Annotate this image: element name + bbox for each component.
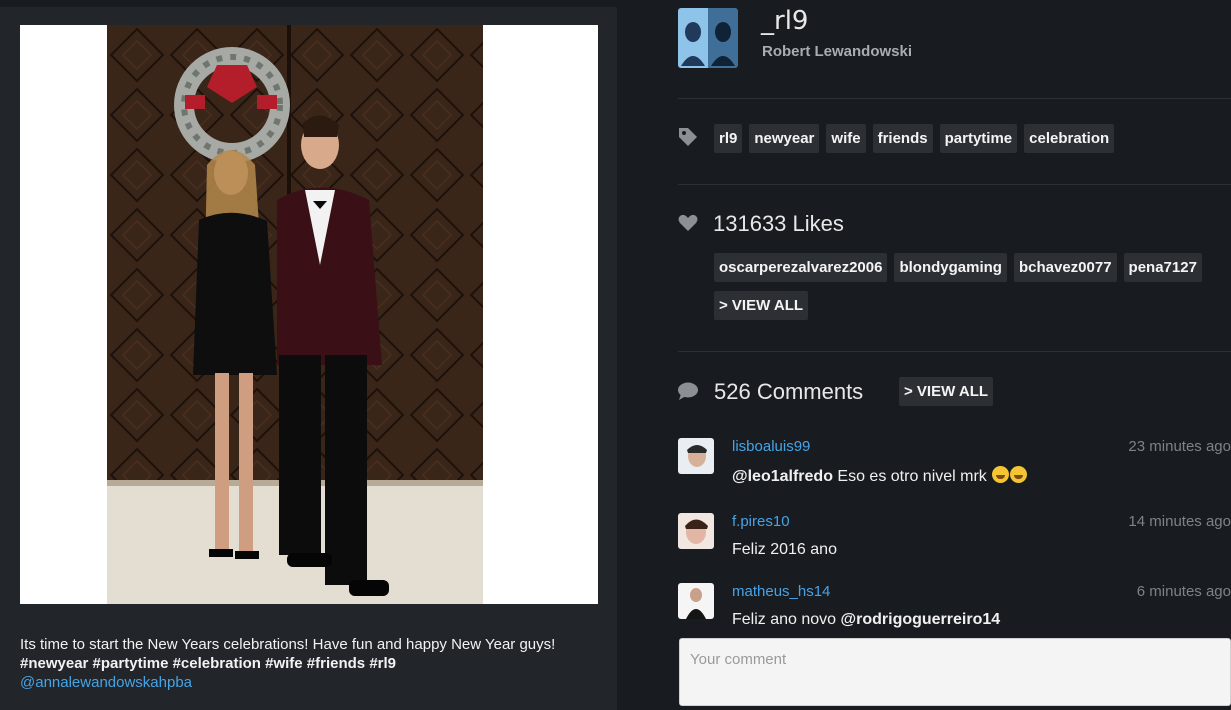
comment-text: Feliz 2016 ano [732,541,837,559]
liker-chip[interactable]: bchavez0077 [1013,253,1117,282]
comment-input-box [679,638,1231,706]
comment-username[interactable]: matheus_hs14 [732,583,830,600]
photo-frame [20,25,598,604]
post-caption: Its time to start the New Years celebrat… [20,635,610,692]
caption-mention-link[interactable]: @annalewandowskahpba [20,673,610,692]
comments-view-all-button[interactable]: > VIEW ALL [899,377,994,406]
liker-chip[interactable]: blondygaming [894,253,1007,282]
comment-text: @leo1alfredo Eso es otro nivel mrk [732,466,1028,486]
tag-chip[interactable]: celebration [1024,124,1115,153]
comments-count: 526 Comments [714,379,864,404]
comment-avatar[interactable] [678,438,714,474]
liker-chip[interactable]: oscarperezalvarez2006 [714,253,888,282]
likes-count: 131633 Likes [713,211,844,236]
info-panel: _rl9 Robert Lewandowski rl9 newyear wife… [617,0,1231,710]
divider [678,351,1231,352]
tag-chip[interactable]: newyear [749,124,820,153]
comment-body: Eso es otro nivel mrk [832,468,992,485]
tag-chip[interactable]: friends [872,124,933,153]
likers-list: oscarperezalvarez2006 blondygaming bchav… [714,253,1202,282]
laughing-emoji-icon [1010,466,1028,483]
comment-mention[interactable]: @rodrigoguerreiro14 [841,611,1001,628]
comment-avatar[interactable] [678,583,714,619]
comment-bubble-icon [678,382,698,405]
comment-body: Feliz ano novo [732,611,841,628]
comment-input[interactable] [680,639,1230,680]
tag-list: rl9 newyear wife friends partytime celeb… [714,124,1115,153]
laughing-emoji-icon [992,466,1010,483]
heart-icon [678,214,698,237]
likes-view-all-button[interactable]: > VIEW ALL [714,291,809,320]
post-card: Its time to start the New Years celebrat… [0,7,617,710]
comment-mention[interactable]: @leo1alfredo [732,468,833,485]
avatar-image [678,8,738,68]
profile-avatar[interactable] [678,8,738,68]
comment-timestamp: 23 minutes ago [1128,438,1231,455]
liker-chip[interactable]: pena7127 [1123,253,1202,282]
caption-hashtags[interactable]: #newyear #partytime #celebration #wife #… [20,654,610,673]
post-photo[interactable] [107,25,483,604]
comment-body: Feliz 2016 ano [732,541,837,558]
tag-chip[interactable]: rl9 [714,124,743,153]
tag-icon [677,126,699,153]
post-photo-art [107,25,483,604]
divider [678,184,1231,185]
comment-timestamp: 6 minutes ago [1136,583,1231,600]
tag-chip[interactable]: partytime [939,124,1018,153]
comment-username[interactable]: lisboaluis99 [732,438,810,455]
comment-avatar[interactable] [678,513,714,549]
divider [678,98,1231,99]
caption-text: Its time to start the New Years celebrat… [20,636,556,653]
profile-username[interactable]: _rl9 [761,6,808,36]
comment-username[interactable]: f.pires10 [732,513,790,530]
tag-chip[interactable]: wife [826,124,866,153]
profile-full-name: Robert Lewandowski [762,43,913,60]
comment-text: Feliz ano novo @rodrigoguerreiro14 [732,611,1000,629]
comment-timestamp: 14 minutes ago [1128,513,1231,530]
